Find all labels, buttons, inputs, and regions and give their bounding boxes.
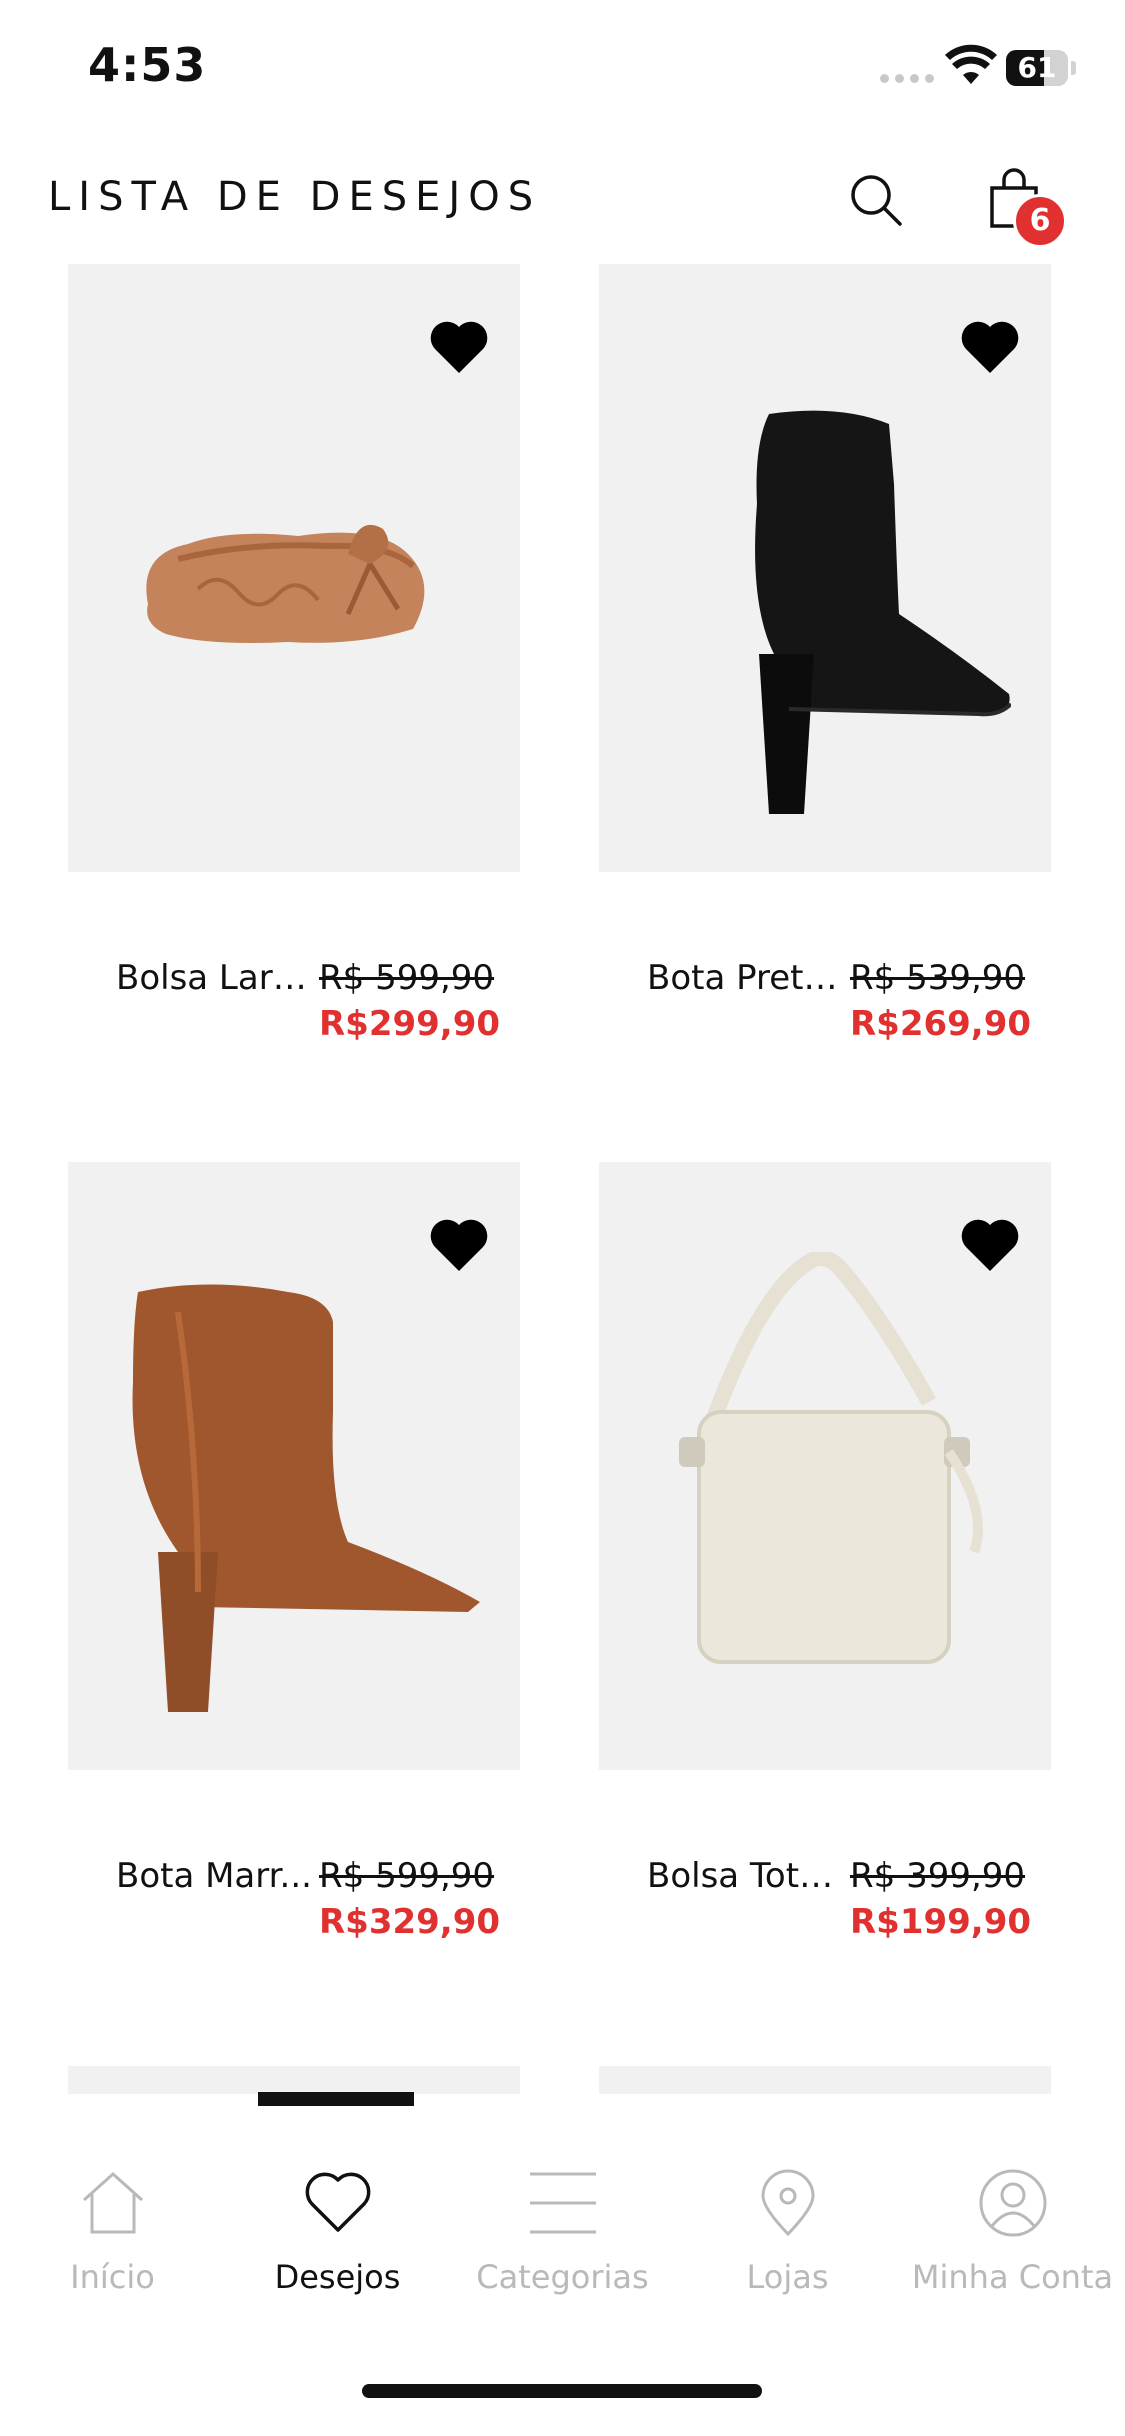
tab-categorias[interactable]: Categorias <box>450 2150 675 2310</box>
battery-cap <box>1071 61 1076 75</box>
black-boot-image <box>755 410 1011 814</box>
wifi-icon <box>945 44 997 84</box>
product-card-partial[interactable] <box>599 2066 1051 2094</box>
product-original-price: R$ 599,90 <box>319 958 495 998</box>
status-bar: 4:53 61 <box>0 0 1125 140</box>
tab-lojas[interactable]: Lojas <box>675 2150 900 2310</box>
scroll-indicator <box>258 2092 414 2106</box>
product-original-price: R$ 599,90 <box>319 1856 495 1896</box>
product-sale-price: R$329,90 <box>319 1902 501 1942</box>
product-original-price: R$ 399,90 <box>850 1856 1026 1896</box>
tab-label: Categorias <box>476 2258 649 2296</box>
wishlist-grid: Bolsa Lara... R$ 599,90 R$299,90 Bota Pr… <box>0 264 1125 2094</box>
product-sale-price: R$199,90 <box>850 1902 1032 1942</box>
product-sale-price: R$269,90 <box>850 1004 1032 1044</box>
product-name[interactable]: Bota Preta... <box>647 958 845 998</box>
product-name[interactable]: Bota Marr... <box>116 1856 314 1896</box>
search-icon[interactable] <box>846 170 906 230</box>
home-indicator <box>362 2384 762 2398</box>
product-image[interactable] <box>68 1162 520 1770</box>
user-icon <box>979 2169 1047 2237</box>
brown-boot-image <box>132 1284 480 1712</box>
product-image[interactable] <box>599 1162 1051 1770</box>
battery-level: 61 <box>1017 51 1057 84</box>
tab-minha-conta[interactable]: Minha Conta <box>900 2150 1125 2310</box>
product-name[interactable]: Bolsa Tote... <box>647 1856 845 1896</box>
product-card-partial[interactable] <box>68 2066 520 2094</box>
page-title: LISTA DE DESEJOS <box>48 174 542 220</box>
page-header: LISTA DE DESEJOS 6 <box>0 150 1125 250</box>
tab-inicio[interactable]: Início <box>0 2150 225 2310</box>
status-time: 4:53 <box>88 38 207 92</box>
heart-filled-icon[interactable] <box>429 1217 489 1273</box>
tab-label: Início <box>70 2258 155 2296</box>
product-original-price: R$ 539,90 <box>850 958 1026 998</box>
product-image[interactable] <box>599 264 1051 872</box>
product-sale-price: R$299,90 <box>319 1004 501 1044</box>
menu-icon <box>530 2172 596 2234</box>
tab-desejos[interactable]: Desejos <box>225 2150 450 2310</box>
home-icon <box>82 2171 144 2234</box>
clutch-bag-image <box>146 524 425 643</box>
heart-filled-icon[interactable] <box>960 319 1020 375</box>
cellular-signal-icon <box>880 74 934 83</box>
heart-icon <box>305 2172 371 2232</box>
product-image[interactable] <box>68 264 520 872</box>
tab-label: Minha Conta <box>911 2258 1114 2296</box>
location-pin-icon <box>761 2169 815 2237</box>
heart-filled-icon[interactable] <box>429 319 489 375</box>
battery-icon: 61 <box>1006 50 1068 86</box>
heart-filled-icon[interactable] <box>960 1217 1020 1273</box>
tote-bag-image <box>679 1252 984 1664</box>
tab-label: Desejos <box>274 2258 401 2296</box>
tab-label: Lojas <box>746 2258 829 2296</box>
product-name[interactable]: Bolsa Lara... <box>116 958 314 998</box>
bottom-tab-bar: Início Desejos Categorias Lojas Minha Co… <box>0 2150 1125 2310</box>
cart-count-badge: 6 <box>1013 194 1067 248</box>
